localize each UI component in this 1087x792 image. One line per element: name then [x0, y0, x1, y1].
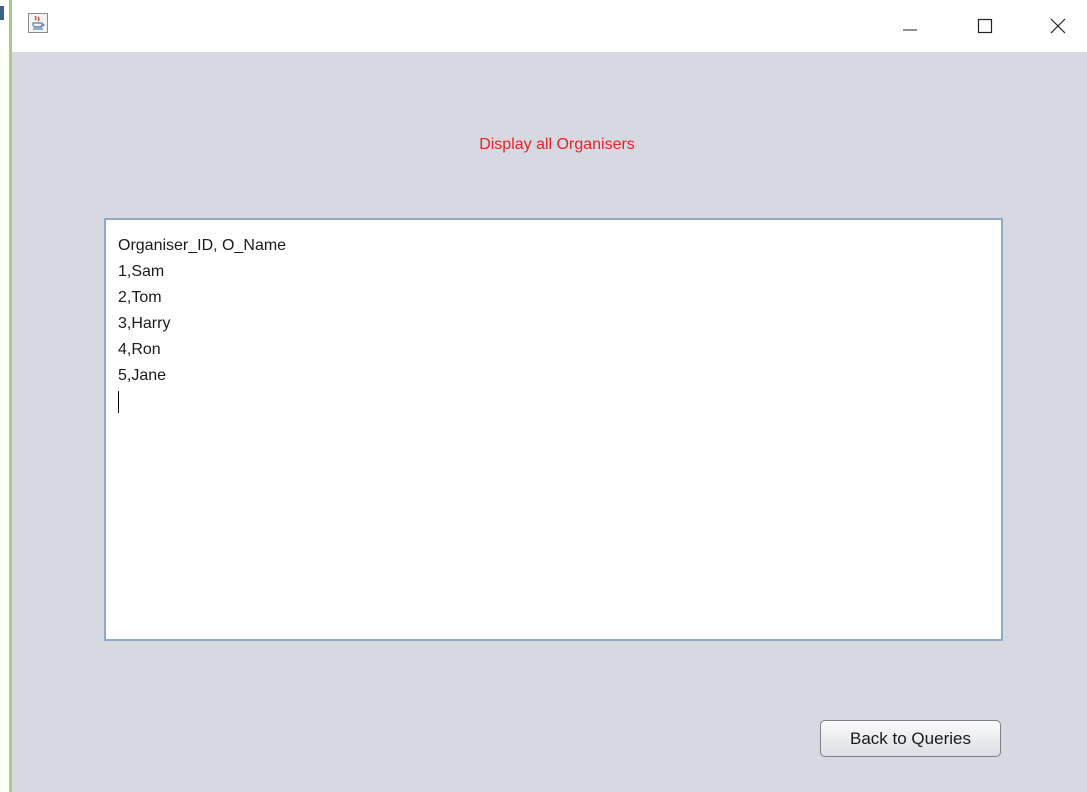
- output-row: 1,Sam: [118, 263, 165, 280]
- close-button[interactable]: [1035, 8, 1081, 44]
- minimize-icon: [903, 29, 917, 31]
- background-window-mark: [0, 6, 4, 20]
- maximize-button[interactable]: [962, 8, 1008, 44]
- page-title: Display all Organisers: [479, 136, 635, 153]
- output-row: 4,Ron: [118, 341, 161, 358]
- output-row: 3,Harry: [118, 315, 171, 332]
- app-window: Display all Organisers Organiser_ID, O_N…: [12, 0, 1087, 792]
- output-header-line: Organiser_ID, O_Name: [118, 237, 287, 254]
- output-row: 2,Tom: [118, 289, 162, 306]
- title-bar[interactable]: [12, 0, 1087, 52]
- maximize-icon: [977, 18, 993, 34]
- output-row: 5,Jane: [118, 367, 167, 384]
- caret-line: [118, 389, 989, 415]
- back-to-queries-button[interactable]: Back to Queries: [820, 720, 1001, 757]
- minimize-button[interactable]: [887, 8, 933, 44]
- organisers-output-textarea[interactable]: Organiser_ID, O_Name 1,Sam 2,Tom 3,Harry…: [104, 218, 1003, 641]
- java-app-icon[interactable]: [28, 13, 48, 33]
- close-icon: [1050, 18, 1066, 34]
- text-caret: [118, 391, 119, 413]
